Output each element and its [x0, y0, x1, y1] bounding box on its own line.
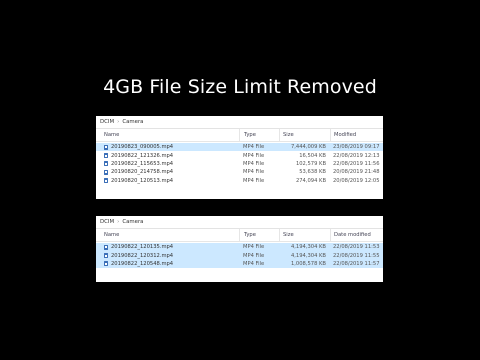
file-size: 4,194,304 KB	[290, 244, 326, 251]
column-header-date-modified[interactable]: Date modified	[330, 229, 383, 241]
file-type: MP4 File	[243, 252, 265, 259]
breadcrumb-item-camera[interactable]: Camera	[122, 119, 143, 125]
video-file-icon	[104, 178, 108, 184]
file-modified: 22/08/2019 11:53	[333, 244, 380, 251]
file-modified: 22/08/2019 11:56	[333, 160, 380, 167]
file-row[interactable]: 20190822_120312.mp4 MP4 File 4,194,304 K…	[96, 251, 383, 260]
video-file-icon	[104, 144, 108, 150]
file-type: MP4 File	[243, 152, 265, 159]
file-row[interactable]: 20190822_121326.mp4 MP4 File 16,504 KB 2…	[96, 151, 383, 159]
video-file-icon	[104, 169, 108, 175]
file-size: 274,094 KB	[295, 177, 326, 184]
column-header-size[interactable]: Size	[279, 129, 330, 141]
chevron-right-icon: ›	[117, 119, 120, 125]
file-row[interactable]: 20190820_214758.mp4 MP4 File 53,638 KB 2…	[96, 168, 383, 176]
file-name: 20190822_121326.mp4	[111, 152, 174, 159]
column-header-type[interactable]: Type	[239, 229, 279, 241]
file-row[interactable]: 20190822_115653.mp4 MP4 File 102,579 KB …	[96, 160, 383, 168]
file-list: 20190823_090005.mp4 MP4 File 7,444,009 K…	[96, 142, 383, 185]
video-file-icon	[104, 161, 108, 167]
file-name: 20190820_120513.mp4	[111, 177, 174, 184]
file-row[interactable]: 20190823_090005.mp4 MP4 File 7,444,009 K…	[96, 143, 383, 152]
file-modified: 20/08/2019 21:48	[333, 169, 380, 176]
file-type: MP4 File	[243, 244, 265, 251]
file-row[interactable]: 20190822_120135.mp4 MP4 File 4,194,304 K…	[96, 243, 383, 252]
chevron-right-icon: ›	[117, 219, 120, 225]
file-name: 20190822_115653.mp4	[111, 160, 174, 167]
file-modified: 22/08/2019 11:57	[333, 260, 380, 267]
file-list: 20190822_120135.mp4 MP4 File 4,194,304 K…	[96, 242, 383, 269]
breadcrumb[interactable]: DCIM › Camera	[96, 116, 383, 129]
breadcrumb-item-dcim[interactable]: DCIM	[100, 219, 114, 225]
file-name: 20190822_120135.mp4	[111, 244, 174, 251]
file-type: MP4 File	[243, 260, 265, 267]
video-file-icon	[104, 244, 108, 250]
column-header-row: Name Type Size Date modified	[96, 229, 383, 242]
file-type: MP4 File	[243, 177, 265, 184]
file-type: MP4 File	[243, 144, 265, 151]
column-header-type[interactable]: Type	[239, 129, 279, 141]
file-modified: 23/08/2019 09:17	[333, 144, 380, 151]
file-type: MP4 File	[243, 160, 265, 167]
file-size: 16,504 KB	[299, 152, 326, 159]
breadcrumb-item-dcim[interactable]: DCIM	[100, 119, 114, 125]
explorer-window-before: DCIM › Camera Name Type Size Modified 20…	[96, 116, 383, 199]
column-header-name[interactable]: Name	[96, 129, 239, 141]
column-header-size[interactable]: Size	[279, 229, 330, 241]
file-size: 7,444,009 KB	[290, 144, 326, 151]
video-file-icon	[104, 253, 108, 259]
file-size: 53,638 KB	[299, 169, 326, 176]
breadcrumb[interactable]: DCIM › Camera	[96, 216, 383, 229]
file-name: 20190822_120312.mp4	[111, 252, 174, 259]
file-name: 20190822_120548.mp4	[111, 260, 174, 267]
column-header-row: Name Type Size Modified	[96, 129, 383, 142]
explorer-window-after: DCIM › Camera Name Type Size Date modifi…	[96, 216, 383, 282]
file-row[interactable]: 20190822_120548.mp4 MP4 File 1,008,578 K…	[96, 259, 383, 269]
file-row[interactable]: 20190820_120513.mp4 MP4 File 274,094 KB …	[96, 177, 383, 185]
file-size: 1,008,578 KB	[290, 260, 326, 267]
video-file-icon	[104, 153, 108, 159]
file-name: 20190820_214758.mp4	[111, 169, 174, 176]
file-modified: 22/08/2019 11:55	[333, 252, 380, 259]
file-size: 102,579 KB	[295, 160, 326, 167]
video-file-icon	[104, 261, 108, 267]
file-type: MP4 File	[243, 169, 265, 176]
file-modified: 20/08/2019 12:05	[333, 177, 380, 184]
column-header-modified[interactable]: Modified	[330, 129, 383, 141]
file-size: 4,194,304 KB	[290, 252, 326, 259]
column-header-name[interactable]: Name	[96, 229, 239, 241]
file-modified: 22/08/2019 12:13	[333, 152, 380, 159]
file-name: 20190823_090005.mp4	[111, 144, 174, 151]
breadcrumb-item-camera[interactable]: Camera	[122, 219, 143, 225]
page-title: 4GB File Size Limit Removed	[103, 76, 377, 98]
